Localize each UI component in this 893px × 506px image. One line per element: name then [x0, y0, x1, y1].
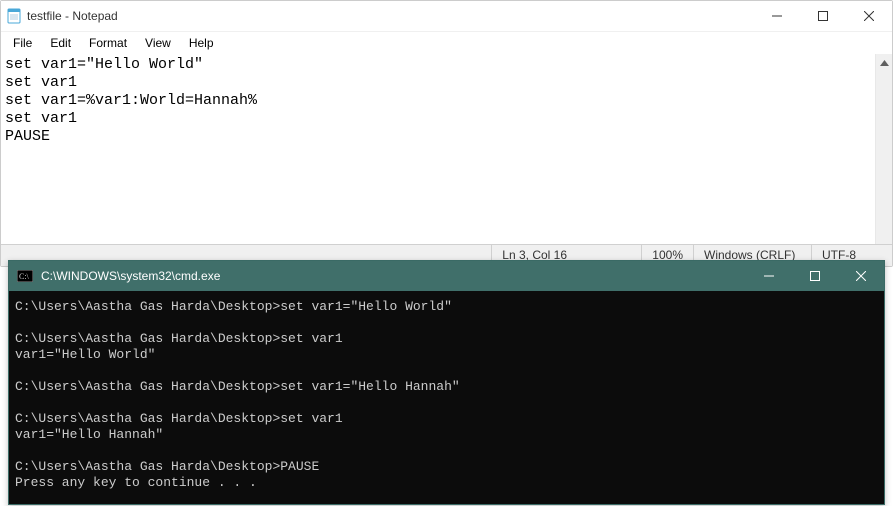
notepad-window: testfile - Notepad File Edit Format View… — [0, 0, 893, 267]
cmd-window-controls — [746, 261, 884, 291]
cmd-icon: C:\ — [17, 270, 33, 282]
cmd-close-button[interactable] — [838, 261, 884, 291]
menu-help[interactable]: Help — [181, 34, 222, 52]
notepad-title: testfile - Notepad — [27, 9, 118, 23]
notepad-title-left: testfile - Notepad — [1, 8, 118, 24]
notepad-titlebar[interactable]: testfile - Notepad — [1, 1, 892, 31]
menu-edit[interactable]: Edit — [42, 34, 79, 52]
notepad-editor-area: set var1="Hello World" set var1 set var1… — [1, 54, 892, 244]
notepad-text-editor[interactable]: set var1="Hello World" set var1 set var1… — [1, 54, 875, 244]
notepad-window-controls — [754, 1, 892, 31]
cmd-maximize-button[interactable] — [792, 261, 838, 291]
notepad-menubar: File Edit Format View Help — [1, 31, 892, 54]
menu-format[interactable]: Format — [81, 34, 135, 52]
svg-text:C:\: C:\ — [19, 272, 30, 281]
minimize-button[interactable] — [754, 1, 800, 31]
maximize-button[interactable] — [800, 1, 846, 31]
notepad-icon — [7, 8, 21, 24]
menu-view[interactable]: View — [137, 34, 179, 52]
vertical-scrollbar[interactable] — [875, 54, 892, 244]
cmd-minimize-button[interactable] — [746, 261, 792, 291]
close-button[interactable] — [846, 1, 892, 31]
cmd-title-left: C:\ C:\WINDOWS\system32\cmd.exe — [9, 269, 220, 283]
scroll-up-icon[interactable] — [876, 54, 893, 71]
cmd-titlebar[interactable]: C:\ C:\WINDOWS\system32\cmd.exe — [9, 261, 884, 291]
cmd-title: C:\WINDOWS\system32\cmd.exe — [41, 269, 220, 283]
cmd-terminal-output[interactable]: C:\Users\Aastha Gas Harda\Desktop>set va… — [9, 291, 884, 504]
menu-file[interactable]: File — [5, 34, 40, 52]
cmd-window: C:\ C:\WINDOWS\system32\cmd.exe C:\Users… — [8, 260, 885, 505]
